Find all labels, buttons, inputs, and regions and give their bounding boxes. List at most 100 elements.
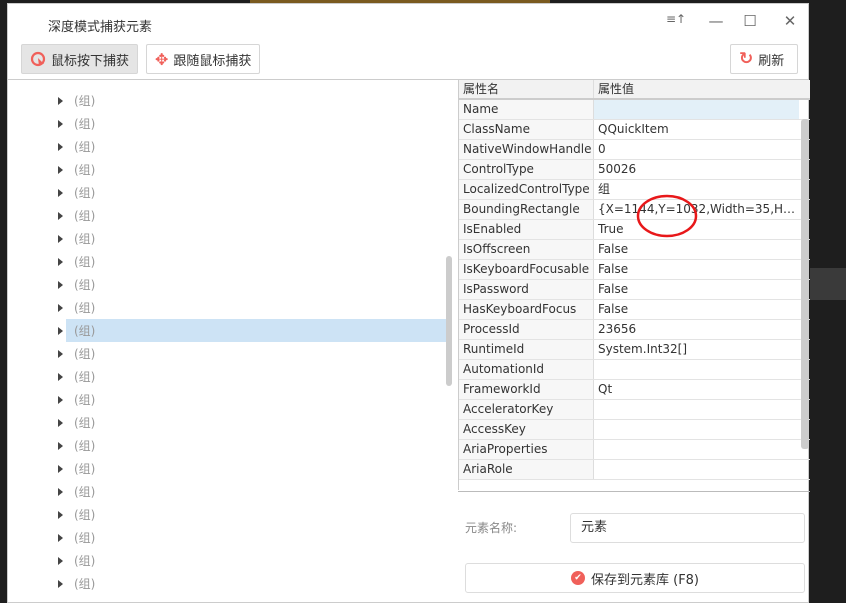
tree-item[interactable]: (组) bbox=[58, 273, 448, 296]
tree-scrollbar[interactable] bbox=[446, 256, 452, 386]
tree-item[interactable]: (组) bbox=[58, 572, 448, 595]
property-name: ClassName bbox=[459, 120, 594, 139]
tree-item[interactable]: (组) bbox=[58, 89, 448, 112]
expand-arrow-icon[interactable] bbox=[58, 395, 63, 404]
window-title: 深度模式捕获元素 bbox=[48, 20, 153, 35]
expand-arrow-icon[interactable] bbox=[58, 510, 63, 519]
element-name-input[interactable]: 元素 bbox=[570, 513, 805, 543]
tree-item[interactable]: (组) bbox=[58, 112, 448, 135]
tree-item[interactable]: (组) bbox=[58, 158, 448, 181]
tree-item[interactable]: (组) bbox=[58, 503, 448, 526]
expand-arrow-icon[interactable] bbox=[58, 349, 63, 358]
tree-item[interactable]: (组) bbox=[58, 135, 448, 158]
property-value: System.Int32[] bbox=[598, 342, 688, 356]
expand-arrow-icon[interactable] bbox=[58, 119, 63, 128]
property-name: ProcessId bbox=[459, 320, 594, 339]
property-row[interactable]: IsOffscreen False bbox=[459, 240, 810, 260]
property-row[interactable]: LocalizedControlType 组 bbox=[459, 180, 810, 200]
property-scrollbar[interactable] bbox=[801, 119, 809, 449]
property-row[interactable]: RuntimeId System.Int32[] bbox=[459, 340, 810, 360]
tree-item[interactable]: (组) bbox=[58, 526, 448, 549]
property-row[interactable]: AutomationId bbox=[459, 360, 810, 380]
tree-item[interactable]: (组) bbox=[58, 204, 448, 227]
expand-arrow-icon[interactable] bbox=[58, 96, 63, 105]
property-name: AcceleratorKey bbox=[459, 400, 594, 419]
expand-arrow-icon[interactable] bbox=[58, 533, 63, 542]
expand-arrow-icon[interactable] bbox=[58, 280, 63, 289]
follow-mouse-capture-button[interactable]: ✥ 跟随鼠标捕获 bbox=[146, 44, 261, 74]
save-to-library-button[interactable]: ✔ 保存到元素库 (F8) bbox=[465, 563, 805, 593]
property-name: HasKeyboardFocus bbox=[459, 300, 594, 319]
tree-item[interactable]: (组) bbox=[58, 457, 448, 480]
property-row[interactable]: IsKeyboardFocusable False bbox=[459, 260, 810, 280]
tree-item-label: (组) bbox=[74, 416, 96, 430]
property-value: QQuickItem bbox=[598, 122, 669, 136]
expand-arrow-icon[interactable] bbox=[58, 188, 63, 197]
property-value bbox=[594, 460, 799, 479]
save-label: 保存到元素库 (F8) bbox=[590, 572, 700, 588]
property-name: BoundingRectangle bbox=[459, 200, 594, 219]
close-icon[interactable]: ✕ bbox=[780, 12, 800, 30]
property-value: False bbox=[598, 262, 629, 276]
expand-arrow-icon[interactable] bbox=[58, 165, 63, 174]
property-value bbox=[594, 440, 799, 459]
expand-arrow-icon[interactable] bbox=[58, 579, 63, 588]
tree-item-label: (组) bbox=[74, 531, 96, 545]
property-row[interactable]: NativeWindowHandle 0 bbox=[459, 140, 810, 160]
tree-item-label: (组) bbox=[74, 255, 96, 269]
tree-item-label: (组) bbox=[74, 186, 96, 200]
expand-arrow-icon[interactable] bbox=[58, 441, 63, 450]
property-row[interactable]: AriaRole bbox=[459, 460, 810, 480]
tree-item[interactable]: (组) bbox=[58, 296, 448, 319]
property-row[interactable]: IsEnabled True bbox=[459, 220, 810, 240]
expand-arrow-icon[interactable] bbox=[58, 142, 63, 151]
divider bbox=[458, 491, 810, 492]
tree-item[interactable]: (组) bbox=[58, 319, 448, 342]
mouse-down-capture-button[interactable]: 鼠标按下捕获 bbox=[21, 44, 139, 74]
tree-item-label: (组) bbox=[74, 278, 96, 292]
expand-arrow-icon[interactable] bbox=[58, 326, 63, 335]
expand-arrow-icon[interactable] bbox=[58, 487, 63, 496]
tree-item[interactable]: (组) bbox=[58, 388, 448, 411]
property-row[interactable]: ControlType 50026 bbox=[459, 160, 810, 180]
expand-arrow-icon[interactable] bbox=[58, 464, 63, 473]
tree-item[interactable]: (组) bbox=[58, 365, 448, 388]
tree-item[interactable]: (组) bbox=[58, 342, 448, 365]
expand-arrow-icon[interactable] bbox=[58, 234, 63, 243]
expand-arrow-icon[interactable] bbox=[58, 211, 63, 220]
tree-item[interactable]: (组) bbox=[58, 411, 448, 434]
property-row[interactable]: ClassName QQuickItem bbox=[459, 120, 810, 140]
expand-arrow-icon[interactable] bbox=[58, 372, 63, 381]
expand-arrow-icon[interactable] bbox=[58, 257, 63, 266]
tree-item[interactable]: (组) bbox=[58, 480, 448, 503]
property-row[interactable]: AcceleratorKey bbox=[459, 400, 810, 420]
property-row[interactable]: IsPassword False bbox=[459, 280, 810, 300]
property-row[interactable]: AriaProperties bbox=[459, 440, 810, 460]
property-row[interactable]: ProcessId 23656 bbox=[459, 320, 810, 340]
property-name: IsKeyboardFocusable bbox=[459, 260, 594, 279]
property-name: AutomationId bbox=[459, 360, 594, 379]
pin-icon[interactable]: ≡↑ bbox=[666, 12, 686, 26]
property-value-header: 属性值 bbox=[598, 82, 635, 96]
property-value bbox=[594, 400, 799, 419]
refresh-button[interactable]: ↻ 刷新 bbox=[730, 44, 798, 74]
property-row[interactable]: FrameworkId Qt bbox=[459, 380, 810, 400]
expand-arrow-icon[interactable] bbox=[58, 418, 63, 427]
expand-arrow-icon[interactable] bbox=[58, 556, 63, 565]
move-arrows-icon: ✥ bbox=[155, 49, 169, 69]
tree-item[interactable]: (组) bbox=[58, 434, 448, 457]
expand-arrow-icon[interactable] bbox=[58, 303, 63, 312]
minimize-icon[interactable]: — bbox=[706, 12, 726, 30]
tree-item[interactable]: (组) bbox=[58, 181, 448, 204]
tree-item-label: (组) bbox=[74, 577, 96, 591]
tree-item[interactable]: (组) bbox=[58, 549, 448, 572]
property-row[interactable]: BoundingRectangle {X=1144,Y=1032,Width=35… bbox=[459, 200, 810, 220]
tree-item[interactable]: (组) bbox=[58, 250, 448, 273]
property-row[interactable]: AccessKey bbox=[459, 420, 810, 440]
property-row[interactable]: HasKeyboardFocus False bbox=[459, 300, 810, 320]
tree-item-label: (组) bbox=[74, 140, 96, 154]
tree-item[interactable]: (组) bbox=[58, 227, 448, 250]
property-row[interactable]: Name bbox=[459, 100, 810, 120]
maximize-icon[interactable]: ☐ bbox=[740, 12, 760, 30]
property-name: Name bbox=[459, 100, 594, 119]
